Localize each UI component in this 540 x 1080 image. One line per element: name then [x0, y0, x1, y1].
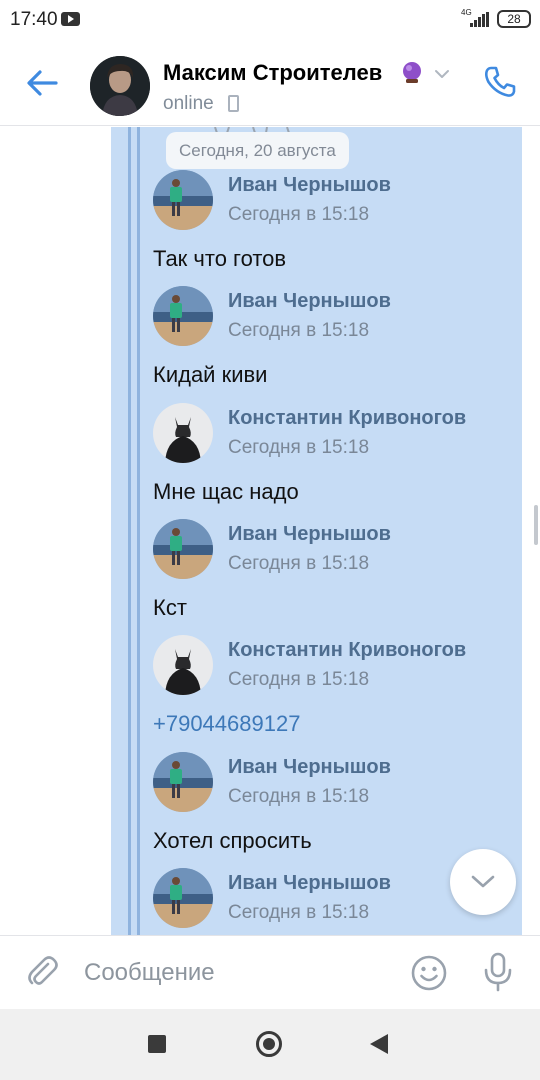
forwarded-message[interactable]: Константин Кривоногов Сегодня в 15:18 Мне …: [153, 403, 513, 519]
message-timestamp: Сегодня в 15:18: [228, 902, 370, 923]
avatar-photo-icon: [153, 286, 213, 346]
author-name[interactable]: Константин Кривоногов: [228, 639, 466, 662]
smile-icon[interactable]: [410, 954, 448, 992]
avatar-photo-icon: [153, 868, 213, 928]
author-name[interactable]: Иван Чернышов: [228, 523, 391, 546]
message-text: Кст: [153, 595, 187, 620]
avatar-photo-icon: [153, 635, 213, 695]
paperclip-icon[interactable]: [24, 954, 60, 990]
header-avatar[interactable]: [90, 56, 150, 116]
author-name[interactable]: Иван Чернышов: [228, 872, 391, 895]
recent-apps-icon[interactable]: [148, 1035, 166, 1053]
home-icon[interactable]: [256, 1031, 282, 1057]
mobile-device-icon: [228, 95, 239, 112]
message-timestamp: Сегодня в 15:18: [228, 669, 370, 690]
message-timestamp: Сегодня в 15:18: [228, 786, 370, 807]
message-text: Так что готов: [153, 246, 287, 271]
author-avatar[interactable]: [153, 868, 213, 928]
message-text: Мне щас надо: [153, 479, 299, 504]
message-composer: [0, 935, 540, 1009]
youtube-notification-icon: [61, 12, 80, 26]
forward-quote-line: [128, 127, 131, 935]
phone-number-link[interactable]: +79044689127: [153, 711, 300, 737]
date-separator: Сегодня, 20 августа: [166, 132, 349, 169]
crystal-ball-icon: [403, 62, 421, 83]
scroll-to-bottom-button[interactable]: [450, 849, 516, 915]
message-timestamp: Сегодня в 15:18: [228, 553, 370, 574]
status-time: 17:40: [10, 9, 58, 30]
author-name[interactable]: Иван Чернышов: [228, 756, 391, 779]
forwarded-message[interactable]: Иван Чернышов Сегодня в 15:18 Так что гото…: [153, 170, 513, 286]
author-avatar[interactable]: [153, 286, 213, 346]
microphone-icon[interactable]: [482, 952, 514, 992]
author-avatar[interactable]: [153, 403, 213, 463]
author-avatar[interactable]: [153, 752, 213, 812]
signal-strength-icon: [470, 12, 489, 27]
author-avatar[interactable]: [153, 635, 213, 695]
message-timestamp: Сегодня в 15:18: [228, 320, 370, 341]
forwarded-message[interactable]: Константин Кривоногов Сегодня в 15:18 +790…: [153, 635, 513, 751]
chat-title[interactable]: Максим Строителев: [163, 60, 382, 86]
phone-call-icon[interactable]: [482, 64, 518, 100]
message-timestamp: Сегодня в 15:18: [228, 204, 370, 225]
chevron-down-icon[interactable]: [434, 68, 450, 80]
forwarded-message[interactable]: Иван Чернышов Сегодня в 15:18 Кидай киви: [153, 286, 513, 402]
message-input[interactable]: [84, 951, 394, 995]
forwarded-message[interactable]: Иван Чернышов Сегодня в 15:18 Кст: [153, 519, 513, 635]
forwarded-message[interactable]: Иван Чернышов Сегодня в 15:18 Хотел спроси…: [153, 752, 513, 868]
message-text: Хотел спросить: [153, 828, 312, 853]
avatar-photo-icon: [153, 170, 213, 230]
avatar-photo-icon: [90, 56, 150, 116]
author-name[interactable]: Иван Чернышов: [228, 290, 391, 313]
message-timestamp: Сегодня в 15:18: [228, 437, 370, 458]
status-bar: 17:40 4G 28: [0, 0, 540, 40]
forward-quote-line: [137, 127, 140, 935]
avatar-photo-icon: [153, 752, 213, 812]
author-name[interactable]: Константин Кривоногов: [228, 407, 466, 430]
back-arrow-icon[interactable]: [26, 68, 58, 98]
chevron-down-icon: [471, 875, 495, 888]
avatar-photo-icon: [153, 403, 213, 463]
nav-back-icon[interactable]: [370, 1034, 388, 1054]
scrollbar-thumb[interactable]: [534, 505, 538, 545]
chat-header: Максим Строителев online: [0, 40, 540, 126]
online-status: online: [163, 93, 214, 114]
message-text: Кидай киви: [153, 362, 268, 387]
author-name[interactable]: Иван Чернышов: [228, 174, 391, 197]
author-avatar[interactable]: [153, 170, 213, 230]
message-list[interactable]: Сегодня, 20 августа Иван Чернышов Сегодня…: [0, 127, 540, 935]
system-nav-bar: [0, 1009, 540, 1080]
avatar-photo-icon: [153, 519, 213, 579]
author-avatar[interactable]: [153, 519, 213, 579]
battery-icon: 28: [497, 10, 531, 28]
